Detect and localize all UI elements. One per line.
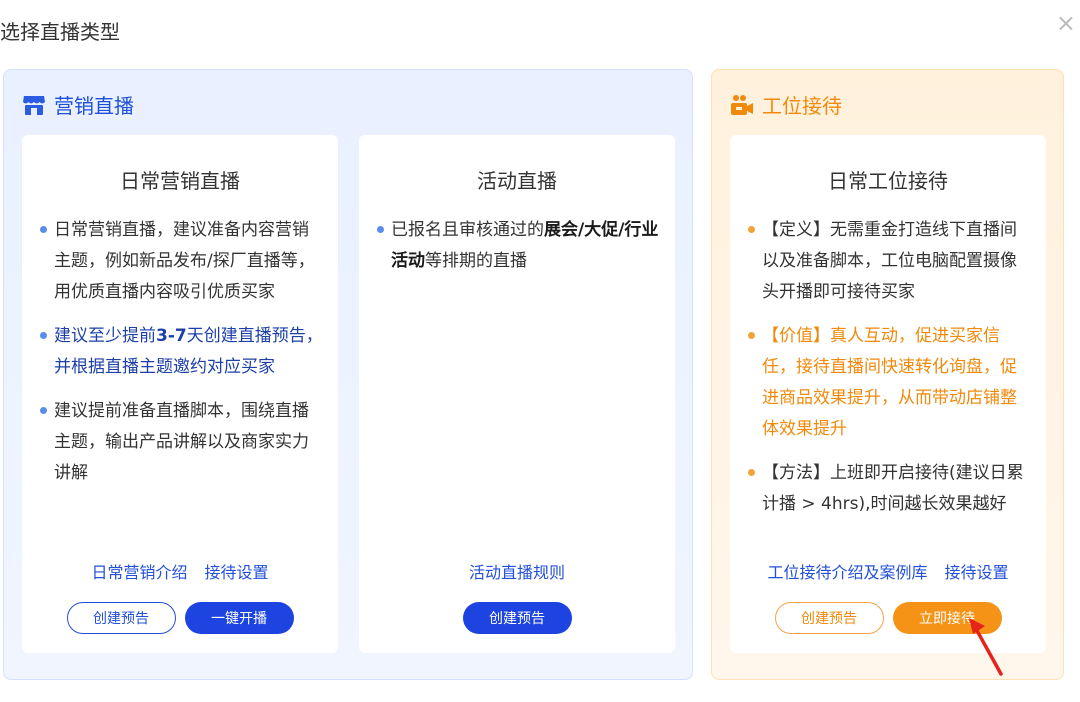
card-title: 日常工位接待 [828,169,948,193]
list-item: 建议至少提前3-7天创建直播预告，并根据直播主题邀约对应买家 [40,321,324,383]
marketing-live-panel: 营销直播 日常营销直播 日常营销直播，建议准备内容营销主题，例如新品发布/探厂直… [3,69,693,680]
card-title: 活动直播 [477,169,557,193]
card-links: 日常营销介绍 接待设置 [22,559,338,583]
bullet-text: 建议至少提前 [54,326,156,346]
list-item: 【价值】真人互动，促进买家信任，接待直播间快速转化询盘，促进商品效果提升，从而带… [748,321,1032,445]
create-preview-button[interactable]: 创建预告 [774,602,884,634]
people-camera-icon [730,94,754,116]
create-preview-button[interactable]: 创建预告 [66,602,176,634]
dialog-title: 选择直播类型 [0,20,120,44]
close-icon[interactable]: × [1056,9,1076,37]
card-links: 活动直播规则 [359,559,675,583]
card-buttons: 创建预告 一键开播 [22,602,338,634]
reception-panel-title: 工位接待 [762,94,842,118]
store-icon [22,94,46,116]
reception-settings-link[interactable]: 接待设置 [945,563,1009,582]
reception-intro-cases-link[interactable]: 工位接待介绍及案例库 [767,563,927,582]
daily-marketing-card: 日常营销直播 日常营销直播，建议准备内容营销主题，例如新品发布/探厂直播等，用优… [22,135,338,653]
list-item: 建议提前准备直播脚本，围绕直播主题，输出产品讲解以及商家实力讲解 [40,396,324,489]
event-live-rules-link[interactable]: 活动直播规则 [469,563,565,582]
marketing-panel-header: 营销直播 [22,90,134,119]
bullet-bold-text: 3-7 [156,326,187,346]
list-item: 【方法】上班即开启接待(建议日累计播 > 4hrs),时间越长效果越好 [748,458,1032,520]
daily-marketing-intro-link[interactable]: 日常营销介绍 [91,563,187,582]
reception-settings-link[interactable]: 接待设置 [205,563,269,582]
desk-reception-panel: 工位接待 日常工位接待 【定义】无需重金打造线下直播间以及准备脚本，工位电脑配置… [711,69,1064,680]
start-live-button[interactable]: 一键开播 [184,602,294,634]
annotation-arrow-icon [969,618,1003,676]
card-buttons: 创建预告 [359,602,675,634]
card-description: 日常营销直播，建议准备内容营销主题，例如新品发布/探厂直播等，用优质直播内容吸引… [40,215,324,502]
card-title: 日常营销直播 [120,169,240,193]
card-description: 已报名且审核通过的展会/大促/行业活动等排期的直播 [377,215,661,290]
bullet-text: 等排期的直播 [425,251,527,271]
list-item: 已报名且审核通过的展会/大促/行业活动等排期的直播 [377,215,661,277]
card-description: 【定义】无需重金打造线下直播间以及准备脚本，工位电脑配置摄像头开播即可接待买家 … [748,215,1032,533]
event-live-card: 活动直播 已报名且审核通过的展会/大促/行业活动等排期的直播 活动直播规则 创建… [359,135,675,653]
reception-panel-header: 工位接待 [730,90,842,119]
daily-reception-card: 日常工位接待 【定义】无需重金打造线下直播间以及准备脚本，工位电脑配置摄像头开播… [730,135,1046,653]
card-links: 工位接待介绍及案例库 接待设置 [730,559,1046,583]
marketing-panel-title: 营销直播 [54,94,134,118]
list-item: 【定义】无需重金打造线下直播间以及准备脚本，工位电脑配置摄像头开播即可接待买家 [748,215,1032,308]
live-type-dialog: 选择直播类型 × 营销直播 日常营销直播 日常营销直播，建议准备内容营销主题，例… [0,0,1080,702]
create-preview-button[interactable]: 创建预告 [462,602,572,634]
bullet-text: 已报名且审核通过的 [391,220,544,240]
list-item: 日常营销直播，建议准备内容营销主题，例如新品发布/探厂直播等，用优质直播内容吸引… [40,215,324,308]
